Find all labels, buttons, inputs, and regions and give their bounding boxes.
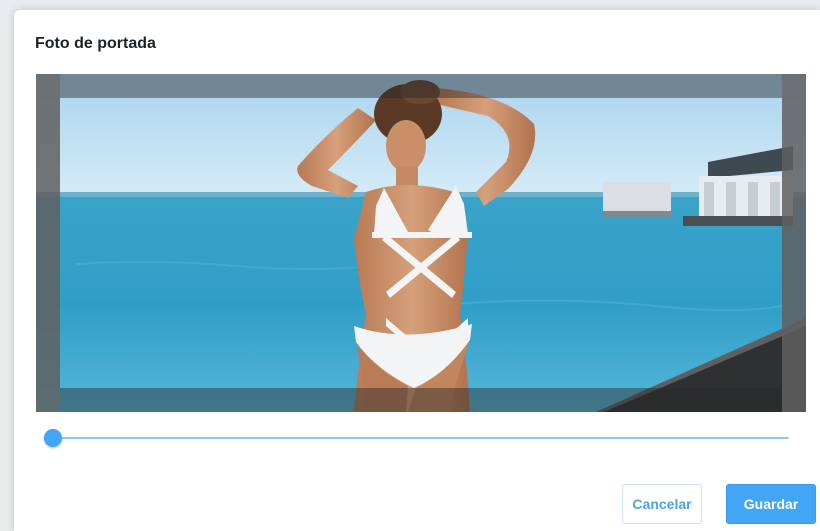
zoom-slider-thumb[interactable] [44,429,62,447]
zoom-slider-track[interactable] [44,437,789,439]
cancel-button[interactable]: Cancelar [622,484,702,524]
cover-photo-dialog: Foto de portada Cancelar Guardar [14,10,820,531]
zoom-slider[interactable] [44,426,789,450]
crop-overlay-top [60,74,782,98]
save-button[interactable]: Guardar [726,484,816,524]
crop-overlay-right [782,74,806,412]
cover-photo-preview[interactable] [36,74,806,412]
crop-overlay-left [36,74,60,412]
dialog-title: Foto de portada [35,35,156,52]
image-cropper[interactable] [36,74,806,412]
crop-overlay-bottom [60,388,782,412]
